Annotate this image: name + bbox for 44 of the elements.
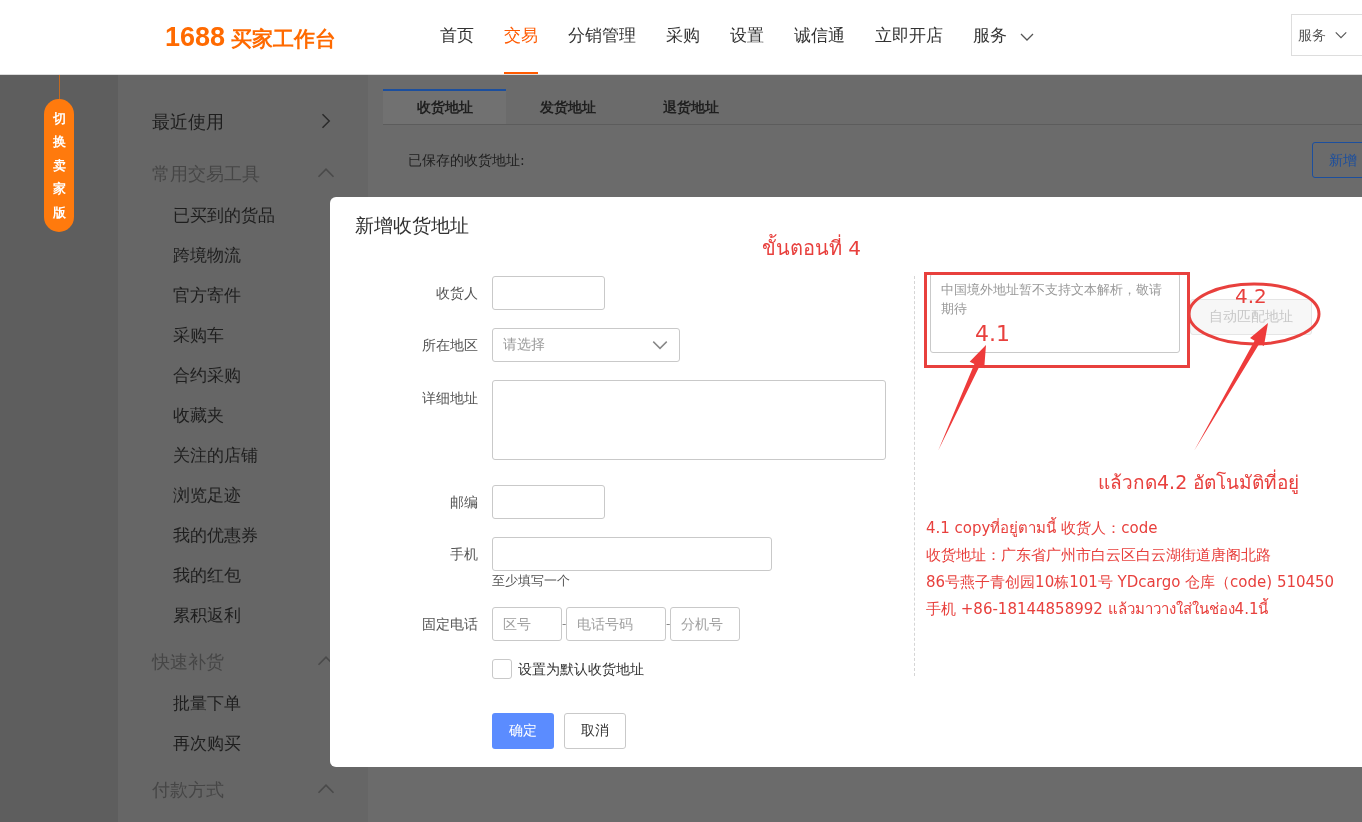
confirm-button[interactable]: 确定 xyxy=(492,712,554,749)
address-textarea[interactable] xyxy=(492,379,886,460)
saved-address-label: 已保存的收货地址: xyxy=(408,150,525,170)
nav-tab[interactable]: 分销管理 xyxy=(568,0,636,74)
switch-version-badge[interactable]: 切换卖家版 xyxy=(44,99,74,232)
cancel-button[interactable]: 取消 xyxy=(564,712,626,749)
field-label: 固定电话 xyxy=(422,615,478,632)
nav-tab[interactable]: 服务 xyxy=(973,0,1007,74)
nav-tab[interactable]: 诚信通 xyxy=(794,0,845,74)
service-select[interactable]: 服务 xyxy=(1291,14,1362,56)
add-button[interactable]: 新增 xyxy=(1312,142,1362,178)
nav-tab[interactable]: 首页 xyxy=(440,0,474,74)
dialog-title: 新增收货地址 xyxy=(355,214,469,236)
checkbox[interactable] xyxy=(492,659,512,679)
logo-number: 1688 xyxy=(165,20,226,54)
phone-field[interactable]: 电话号码 xyxy=(566,606,666,641)
annotation-note: แล้วกด4.2 อัตโนมัติที่อยู่ xyxy=(1098,468,1300,496)
region-select[interactable]: 请选择 xyxy=(492,327,680,362)
field-label: 手机 xyxy=(450,545,478,562)
tab[interactable]: 收货地址 xyxy=(383,89,506,124)
nav-tab[interactable]: 采购 xyxy=(666,0,700,74)
nav-tab[interactable]: 交易 xyxy=(504,0,538,74)
nav-tab[interactable]: 立即开店 xyxy=(875,0,943,74)
nav-tab[interactable]: 设置 xyxy=(730,0,764,74)
phone-field[interactable]: 区号 xyxy=(492,606,562,641)
field-label: 邮编 xyxy=(450,493,478,510)
annotation-label: 4.1 xyxy=(975,321,1010,347)
field-label: 所在地区 xyxy=(422,336,478,353)
annotation-step-title: ขั้นตอนที่ 4 xyxy=(762,233,862,262)
logo-text: 买家工作台 xyxy=(231,25,337,53)
field-hint: 至少填写一个 xyxy=(492,572,571,589)
field-label: 详细地址 xyxy=(422,389,478,406)
text-field[interactable] xyxy=(492,275,605,310)
sidebar-link[interactable]: 最近使用 xyxy=(152,107,224,135)
annotation-instructions: 4.1 copyที่อยู่ตามนี้ 收货人：code 收货地址：广东省广州市白云区白云湖街道唐阁北路 86号燕子青创园10栋101号 YDcargo 仓库（code) 510450 手机 +86-18144858992 แล้วมาวางใส่ในช่อง4.1นี้ xyxy=(926,516,1335,620)
tab[interactable]: 退货地址 xyxy=(629,89,752,124)
separator-dash: - xyxy=(562,615,566,633)
separator-dash: - xyxy=(666,615,670,633)
mobile-field[interactable] xyxy=(492,536,772,571)
phone-field[interactable]: 分机号 xyxy=(670,606,740,641)
text-field[interactable] xyxy=(492,484,605,519)
checkbox-label: 设置为默认收货地址 xyxy=(518,659,644,679)
tab[interactable]: 发货地址 xyxy=(506,89,629,124)
field-label: 收货人 xyxy=(436,284,478,301)
